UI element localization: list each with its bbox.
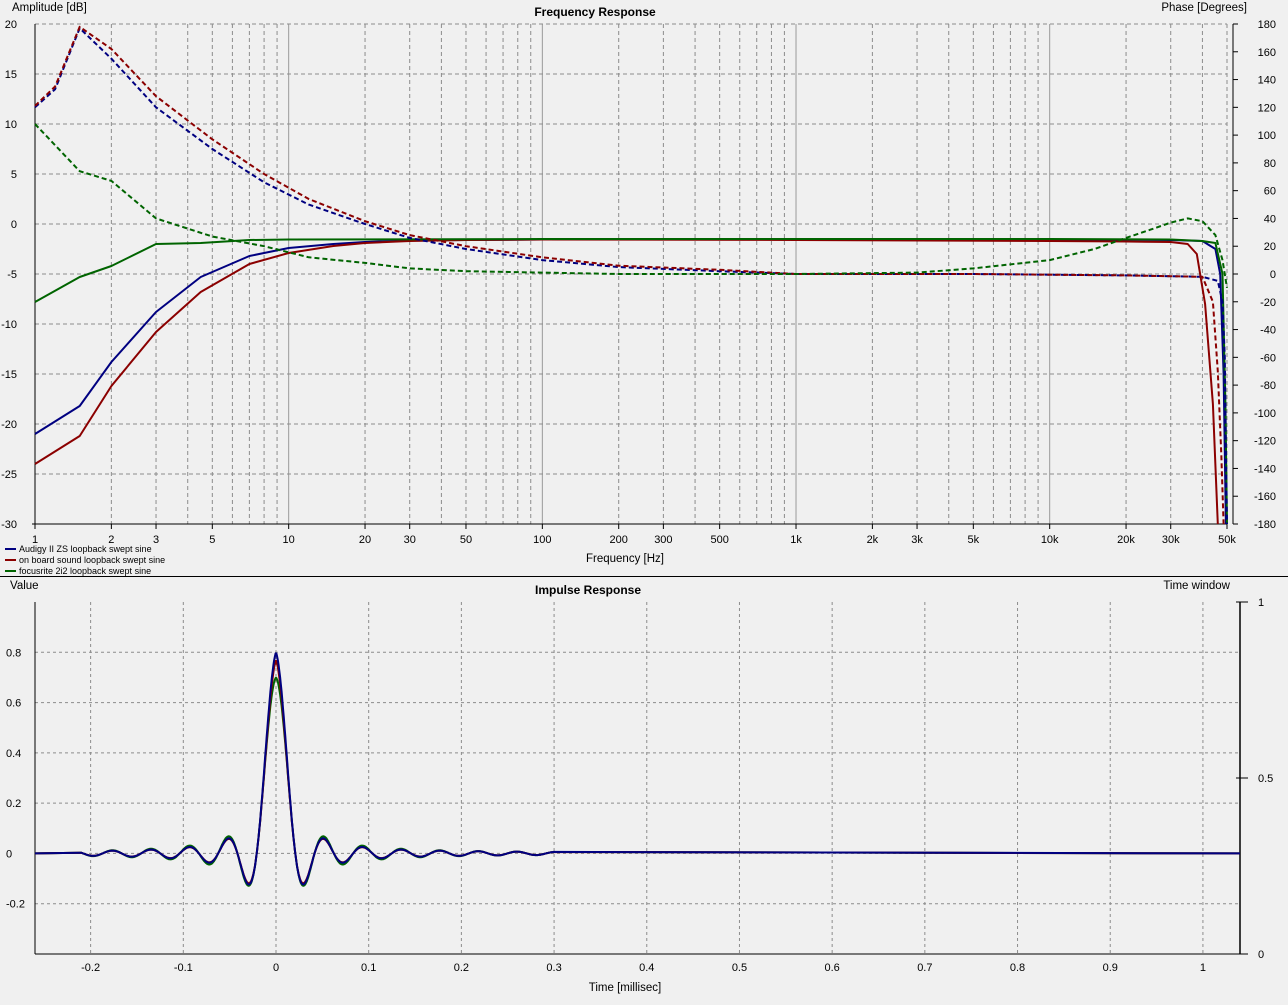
freq-title: Frequency Response bbox=[534, 5, 656, 19]
legend-entry-1: Audigy II ZS loopback swept sine bbox=[19, 544, 152, 554]
freq-ytick-right: 80 bbox=[1264, 158, 1276, 170]
freq-series-line-1 bbox=[34, 238, 1227, 525]
freq-ytick-left: -25 bbox=[1, 469, 17, 481]
imp-ytick-left: 0.4 bbox=[6, 748, 21, 760]
freq-ytick-right: 100 bbox=[1258, 130, 1276, 142]
freq-ytick-left: -20 bbox=[1, 419, 17, 431]
freq-ytick-right: -100 bbox=[1254, 408, 1276, 420]
imp-xtick: 0 bbox=[273, 962, 279, 974]
freq-xtick: 10k bbox=[1041, 534, 1059, 546]
freq-xtick: 3k bbox=[911, 534, 923, 546]
freq-xtick: 3 bbox=[153, 534, 159, 546]
legend: Audigy II ZS loopback swept sine on boar… bbox=[5, 544, 165, 576]
imp-xtick: 0.1 bbox=[361, 962, 376, 974]
freq-xtick: 30k bbox=[1162, 534, 1180, 546]
impulse-response-panel: Impulse Response Value Time window Time … bbox=[6, 580, 1273, 994]
freq-xtick: 50 bbox=[460, 534, 472, 546]
chart-canvas: Frequency Response Amplitude [dB] Phase … bbox=[0, 2, 1288, 994]
imp-xtick: 0.2 bbox=[454, 962, 469, 974]
imp-series bbox=[34, 652, 1241, 887]
freq-ylabel-left: Amplitude [dB] bbox=[12, 2, 87, 14]
freq-ytick-left: 20 bbox=[5, 19, 17, 31]
freq-ytick-left: -10 bbox=[1, 319, 17, 331]
imp-xtick: 1 bbox=[1200, 962, 1206, 974]
imp-ylabel-left: Value bbox=[10, 580, 39, 592]
freq-xtick: 5 bbox=[209, 534, 215, 546]
freq-ytick-right: 0 bbox=[1270, 269, 1276, 281]
frequency-response-panel: Frequency Response Amplitude [dB] Phase … bbox=[1, 2, 1276, 576]
imp-xtick: 0.4 bbox=[639, 962, 654, 974]
freq-ytick-left: 10 bbox=[5, 119, 17, 131]
freq-ytick-right: 120 bbox=[1258, 102, 1276, 114]
imp-ylabel-right: Time window bbox=[1163, 580, 1230, 592]
freq-ytick-right: -120 bbox=[1254, 436, 1276, 448]
freq-series-line-3 bbox=[34, 238, 1228, 525]
freq-ytick-left: 5 bbox=[11, 169, 17, 181]
imp-ytick-left: 0 bbox=[6, 848, 12, 860]
freq-xtick: 1k bbox=[790, 534, 802, 546]
imp-grid bbox=[35, 602, 1240, 954]
imp-xtick: 0.6 bbox=[825, 962, 840, 974]
imp-axes bbox=[34, 602, 1241, 955]
imp-xtick: -0.2 bbox=[81, 962, 100, 974]
imp-ytick-left: 0.8 bbox=[6, 647, 21, 659]
freq-ytick-right: 180 bbox=[1258, 19, 1276, 31]
freq-ytick-right: -40 bbox=[1260, 325, 1276, 337]
freq-series-line-4 bbox=[34, 27, 1228, 525]
freq-ytick-left: -5 bbox=[7, 269, 17, 281]
freq-ytick-right: 60 bbox=[1264, 186, 1276, 198]
imp-ytick-right: 0 bbox=[1258, 949, 1264, 961]
freq-ytick-right: 160 bbox=[1258, 47, 1276, 59]
imp-series-line-2 bbox=[34, 659, 1241, 885]
imp-ytick-right: 0.5 bbox=[1258, 773, 1273, 785]
freq-series bbox=[34, 25, 1228, 525]
freq-ytick-right: -60 bbox=[1260, 352, 1276, 364]
freq-ytick-left: 15 bbox=[5, 69, 17, 81]
freq-ytick-right: -140 bbox=[1254, 463, 1276, 475]
imp-ytick-left: -0.2 bbox=[6, 899, 25, 911]
imp-xtick: 0.9 bbox=[1103, 962, 1118, 974]
imp-xtick: 0.3 bbox=[546, 962, 561, 974]
freq-xtick: 500 bbox=[710, 534, 728, 546]
imp-tick-labels: 0.8 0.6 0.4 0.2 0 -0.2 1 0.5 0 -0.2 -0.1 0 0.1 0.2 0.3… bbox=[6, 597, 1273, 974]
freq-ytick-right: -180 bbox=[1254, 519, 1276, 531]
freq-ytick-right: -160 bbox=[1254, 491, 1276, 503]
freq-ytick-right: 40 bbox=[1264, 213, 1276, 225]
imp-series-line-1 bbox=[34, 652, 1241, 886]
imp-ytick-left: 0.6 bbox=[6, 698, 21, 710]
freq-xtick: 5k bbox=[968, 534, 980, 546]
freq-series-line-6 bbox=[34, 123, 1228, 289]
freq-ytick-right: -20 bbox=[1260, 297, 1276, 309]
freq-xtick: 50k bbox=[1218, 534, 1236, 546]
imp-ytick-left: 0.2 bbox=[6, 798, 21, 810]
freq-xlabel: Frequency [Hz] bbox=[586, 553, 664, 565]
freq-xtick: 200 bbox=[610, 534, 628, 546]
freq-xtick: 10 bbox=[283, 534, 295, 546]
legend-entry-2: on board sound loopback swept sine bbox=[19, 555, 165, 565]
imp-ytick-right: 1 bbox=[1258, 597, 1264, 609]
freq-ytick-right: -80 bbox=[1260, 380, 1276, 392]
freq-ylabel-right: Phase [Degrees] bbox=[1161, 2, 1247, 14]
freq-ytick-left: 0 bbox=[11, 219, 17, 231]
freq-ytick-left: -30 bbox=[1, 519, 17, 531]
imp-xtick: 0.8 bbox=[1010, 962, 1025, 974]
freq-ytick-right: 20 bbox=[1264, 241, 1276, 253]
freq-ytick-right: 140 bbox=[1258, 75, 1276, 87]
imp-xtick: 0.5 bbox=[732, 962, 747, 974]
freq-xtick: 300 bbox=[654, 534, 672, 546]
imp-xtick: 0.7 bbox=[917, 962, 932, 974]
legend-entry-3: focusrite 2i2 loopback swept sine bbox=[19, 566, 151, 576]
freq-xtick: 100 bbox=[533, 534, 551, 546]
freq-xtick: 20k bbox=[1117, 534, 1135, 546]
freq-xtick: 30 bbox=[404, 534, 416, 546]
imp-xlabel: Time [millisec] bbox=[589, 982, 661, 994]
freq-ytick-left: -15 bbox=[1, 369, 17, 381]
freq-xtick: 20 bbox=[359, 534, 371, 546]
freq-xtick: 2k bbox=[867, 534, 879, 546]
imp-series-line-3 bbox=[34, 677, 1241, 887]
imp-xtick: -0.1 bbox=[174, 962, 193, 974]
imp-title: Impulse Response bbox=[535, 583, 641, 597]
